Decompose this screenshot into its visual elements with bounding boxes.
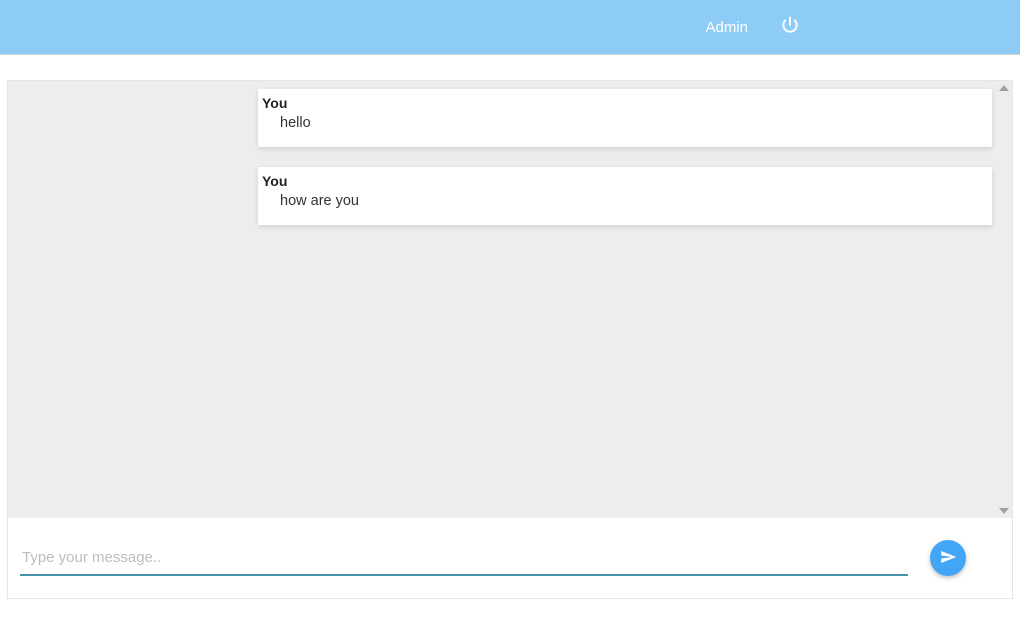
chat-panel: You hello You how are you (7, 80, 1013, 599)
send-icon (939, 548, 957, 569)
message-text: how are you (262, 193, 988, 209)
message-text: hello (262, 115, 988, 131)
message-input[interactable] (20, 541, 908, 576)
message-sender: You (262, 173, 988, 193)
header-bar: Admin (0, 0, 1020, 55)
user-label[interactable]: Admin (705, 19, 748, 36)
message-list[interactable]: You hello You how are you (8, 81, 1012, 518)
composer-bar (8, 518, 1012, 598)
power-icon[interactable] (780, 15, 800, 40)
message-item: You how are you (258, 167, 992, 225)
message-item: You hello (258, 89, 992, 147)
send-button[interactable] (930, 540, 966, 576)
message-sender: You (262, 95, 988, 115)
